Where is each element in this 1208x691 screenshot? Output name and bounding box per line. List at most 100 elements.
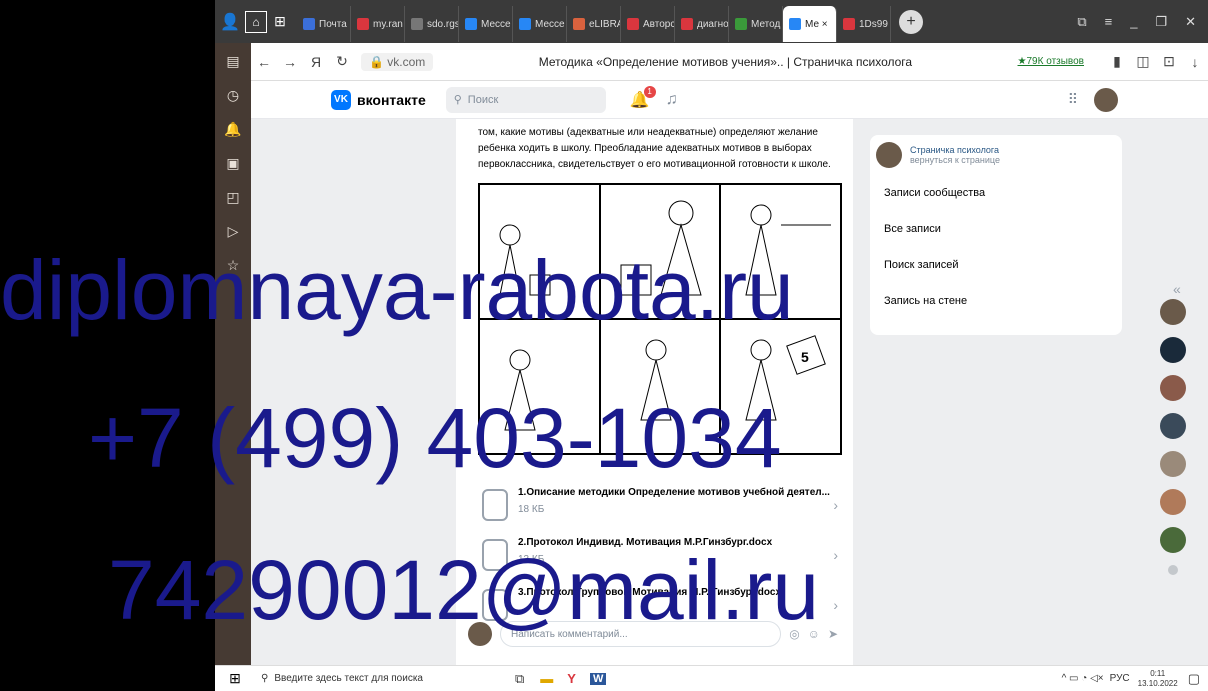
reload-icon[interactable]: ↻ — [329, 53, 355, 70]
post-text-line: первоклассника, свидетельствует о его мо… — [478, 159, 831, 170]
tab-label: диагно — [697, 18, 729, 30]
comment-placeholder: Написать комментарий... — [511, 628, 628, 640]
vk-content: том, какие мотивы (адекватные или неадек… — [251, 119, 1208, 665]
browser-tab[interactable]: диагно — [675, 6, 729, 42]
svg-text:5: 5 — [801, 349, 809, 365]
collapse-icon[interactable]: « — [1173, 281, 1181, 297]
browser-tab[interactable]: Мессе — [513, 6, 567, 42]
group-avatar[interactable] — [876, 142, 902, 168]
calendar-icon[interactable]: ▣ — [223, 153, 243, 173]
home-icon[interactable]: ⌂ — [245, 10, 267, 33]
attachment-size: 18 КБ — [518, 504, 545, 515]
notifications-icon[interactable]: 🔔 — [223, 119, 243, 139]
star-icon[interactable]: ☆ — [223, 255, 243, 275]
tab-label: Мессе — [535, 18, 565, 30]
picture-5 — [599, 319, 721, 454]
reviews-link[interactable]: ★79К отзывов — [1018, 56, 1084, 67]
browser-tab[interactable]: 1Ds99 — [837, 6, 891, 42]
restore-icon[interactable]: ❐ — [1155, 14, 1167, 30]
avatar[interactable] — [1160, 451, 1186, 477]
pdf-icon[interactable]: ⊡ — [1156, 53, 1182, 70]
new-window-icon[interactable]: ⊞ — [269, 13, 291, 30]
avatar[interactable] — [1160, 489, 1186, 515]
menu-icon[interactable]: ≡ — [1105, 14, 1113, 30]
tab-favicon-icon — [411, 18, 423, 30]
search-icon: ⚲ — [453, 94, 462, 106]
avatar[interactable] — [1160, 299, 1186, 325]
vk-search-input[interactable]: ⚲ Поиск — [445, 86, 606, 113]
emoji-icon[interactable]: ☺ — [808, 627, 820, 641]
avatar[interactable] — [1160, 375, 1186, 401]
yandex-icon[interactable]: Я — [303, 54, 329, 70]
language-indicator[interactable]: РУС — [1110, 673, 1130, 684]
picture-2 — [599, 184, 721, 319]
task-view-icon[interactable]: ⧉ — [515, 671, 524, 687]
minimize-icon[interactable]: _ — [1130, 14, 1137, 30]
taskbar-search-input[interactable]: ⚲ Введите здесь текст для поиска — [255, 666, 495, 691]
stimulus-pictures-grid[interactable]: 5 — [478, 183, 842, 455]
document-icon — [482, 489, 508, 521]
community-menu: Страничка психолога вернуться к странице… — [870, 135, 1122, 335]
user-avatar[interactable] — [1094, 87, 1118, 112]
apps-icon[interactable]: ⠿ — [1068, 91, 1078, 108]
browser-tab[interactable]: Почта — [297, 6, 351, 42]
page-title: Методика «Определение мотивов учения».. … — [538, 54, 913, 69]
reader-icon[interactable]: ◫ — [1130, 53, 1156, 70]
url-text: vk.com — [387, 54, 426, 69]
back-to-page-link[interactable]: вернуться к странице — [910, 155, 1000, 165]
bookmarks-icon[interactable]: ▤ — [223, 51, 243, 71]
community-menu-item[interactable]: Все записи — [870, 211, 1122, 247]
community-menu-item[interactable]: Поиск записей — [870, 247, 1122, 283]
browser-tab[interactable]: Авторс — [621, 6, 675, 42]
url-field[interactable]: 🔒 vk.com — [361, 52, 434, 71]
back-icon[interactable]: ← — [251, 54, 277, 70]
profile-icon[interactable]: 👤 — [215, 12, 245, 32]
picture-3 — [720, 184, 841, 319]
history-icon[interactable]: ◷ — [223, 85, 243, 105]
send-icon[interactable]: ➤ — [828, 627, 838, 641]
browser-tab[interactable]: sdo.rgs — [405, 6, 459, 42]
group-name[interactable]: Страничка психолога — [910, 145, 1000, 155]
browser-tab[interactable]: eLIBRA — [567, 6, 621, 42]
tab-label: eLIBRA — [589, 18, 621, 30]
community-menu-item[interactable]: Запись на стене — [870, 283, 1122, 319]
bookmark-icon[interactable]: ▮ — [1104, 53, 1130, 70]
action-center-icon[interactable]: ▢ — [1188, 671, 1200, 687]
word-icon[interactable]: W — [589, 672, 607, 685]
clock-date: 13.10.2022 — [1137, 678, 1178, 688]
play-icon[interactable]: ▷ — [223, 221, 243, 241]
new-tab-button[interactable]: + — [899, 9, 923, 34]
clock[interactable]: 0:11 13.10.2022 — [1138, 669, 1178, 689]
camera-icon[interactable]: ◎ — [789, 627, 799, 641]
windows-start-icon[interactable]: ⊞ — [215, 670, 255, 687]
tray-icons[interactable]: ^ ▭ ◔ ◁× — [1062, 673, 1104, 684]
post-card: том, какие мотивы (адекватные или неадек… — [456, 119, 853, 665]
avatar[interactable] — [1160, 337, 1186, 363]
tab-favicon-icon — [303, 18, 315, 30]
chevron-right-icon: › — [833, 597, 838, 613]
attachment-item[interactable]: 1.Описание методики Определение мотивов … — [478, 483, 848, 531]
community-menu-item[interactable]: Записи сообщества — [870, 175, 1122, 211]
screenshot-icon[interactable]: ◰ — [223, 187, 243, 207]
bell-icon[interactable]: 🔔 1 — [630, 85, 656, 110]
browser-tab[interactable]: my.ran — [351, 6, 405, 42]
attachment-item[interactable]: 2.Протокол Индивид. Мотивация М.Р.Гинзбу… — [478, 533, 848, 581]
browser-tab[interactable]: Ме × — [783, 6, 837, 42]
yandex-browser-icon[interactable]: Y — [567, 671, 576, 686]
file-explorer-icon[interactable]: ▬ — [540, 671, 553, 686]
music-icon[interactable]: ♫ — [666, 91, 678, 109]
vk-logo[interactable]: VK вконтакте — [331, 89, 426, 110]
avatar[interactable] — [1168, 565, 1178, 575]
close-window-icon[interactable]: ✕ — [1185, 14, 1196, 30]
post-text: том, какие мотивы (адекватные или неадек… — [456, 119, 853, 173]
collections-icon[interactable]: ⧉ — [1077, 14, 1086, 30]
browser-tab[interactable]: Мессе — [459, 6, 513, 42]
forward-icon[interactable]: → — [277, 54, 303, 70]
browser-tab[interactable]: Метод — [729, 6, 783, 42]
vk-logo-icon: VK — [331, 89, 351, 110]
picture-4 — [479, 319, 600, 454]
avatar[interactable] — [1160, 413, 1186, 439]
download-icon[interactable]: ↓ — [1182, 54, 1208, 70]
comment-input[interactable]: Написать комментарий... — [500, 621, 782, 647]
avatar[interactable] — [1160, 527, 1186, 553]
